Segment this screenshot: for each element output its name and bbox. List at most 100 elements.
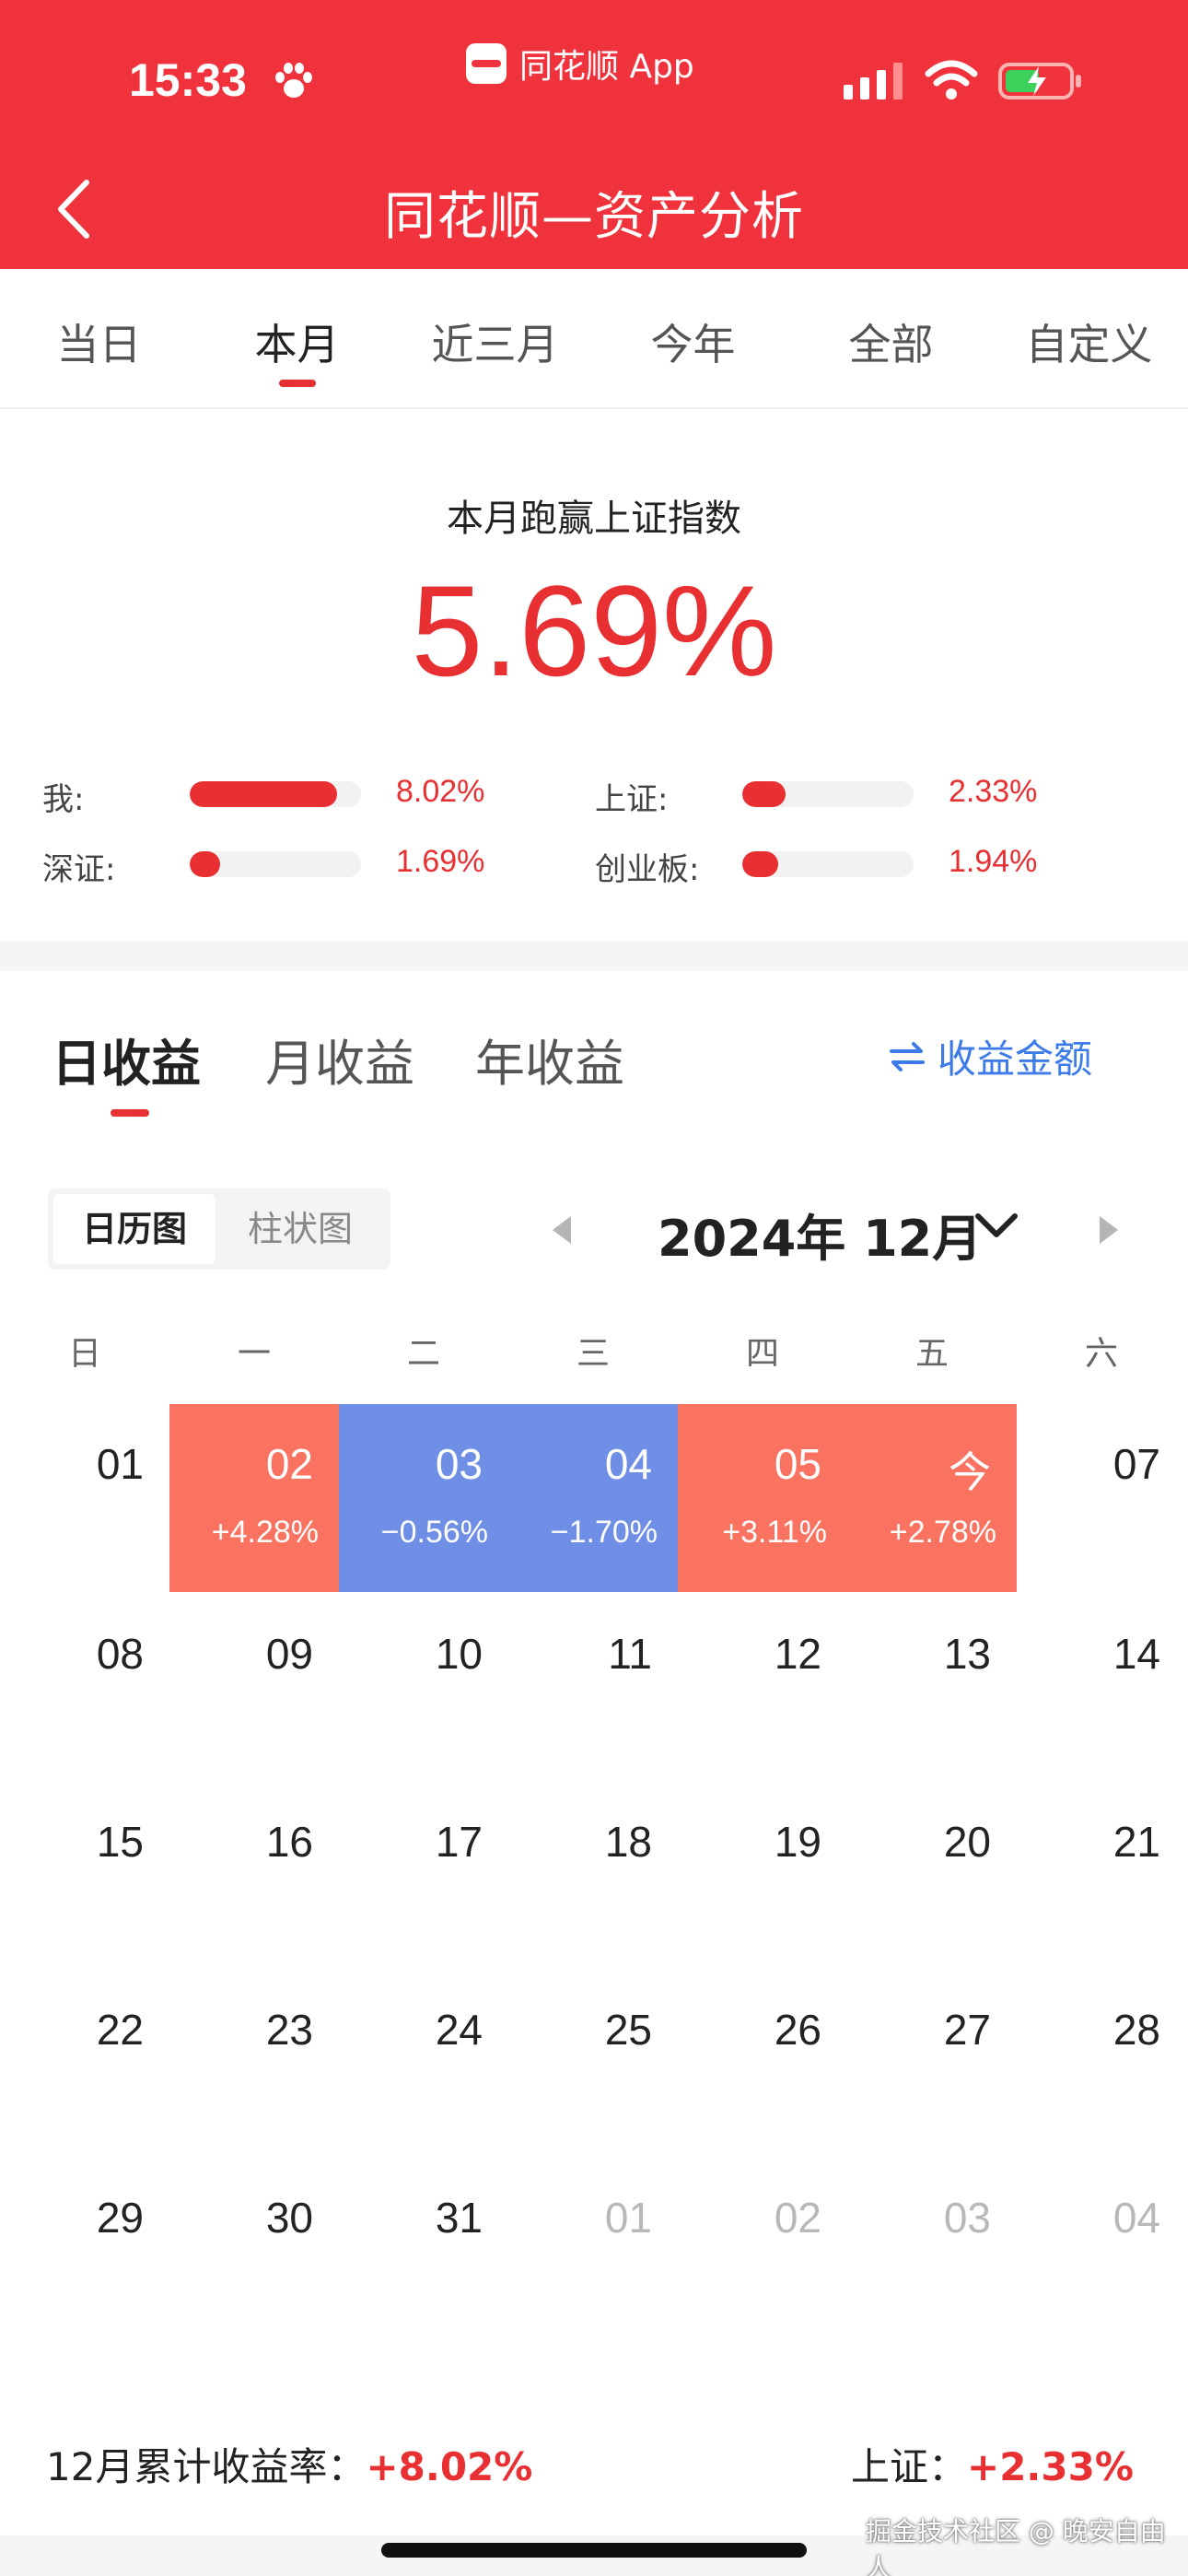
- wifi-icon: [925, 60, 978, 100]
- calendar-day[interactable]: 17: [339, 1782, 508, 1970]
- comparison-my: 我: 8.02%: [42, 774, 595, 818]
- bar-view-button[interactable]: 柱状图: [219, 1194, 381, 1264]
- month-label[interactable]: 2024年 12月: [658, 1198, 982, 1270]
- calendar-day-number: 04: [1112, 2194, 1160, 2242]
- comparison-bar-fill: [190, 851, 221, 877]
- comparison-value: 2.33%: [949, 774, 1038, 809]
- calendar-day[interactable]: 01: [508, 2158, 678, 2346]
- calendar-day[interactable]: 26: [678, 1970, 847, 2158]
- comparison-bar-fill: [742, 781, 786, 807]
- next-month-icon[interactable]: [1096, 1214, 1122, 1246]
- comparison-value: 1.69%: [396, 844, 485, 879]
- tab-period-1[interactable]: 本月: [198, 269, 396, 407]
- calendar-day[interactable]: 04 −1.70%: [508, 1404, 678, 1592]
- calendar-day[interactable]: 13: [847, 1594, 1017, 1782]
- monthly-cumulative-return: 12月累计收益率：+8.02%: [46, 2436, 532, 2492]
- paw-icon: [275, 63, 312, 98]
- calendar-day-number: 今: [949, 1448, 991, 1496]
- chevron-down-icon[interactable]: [973, 1211, 1020, 1242]
- calendar-day-number: 08: [96, 1630, 144, 1678]
- calendar-day[interactable]: 02: [678, 2158, 847, 2346]
- comparison-chinext: 创业板: 1.94%: [595, 844, 1147, 888]
- calendar-day[interactable]: 18: [508, 1782, 678, 1970]
- weekday-label: 三: [576, 1335, 610, 1373]
- app-header: 15:33 同花顺 App 同花顺—资产分析: [0, 0, 1188, 269]
- calendar-day[interactable]: 27: [847, 1970, 1017, 2158]
- calendar-day[interactable]: 16: [169, 1782, 339, 1970]
- calendar-day-number: 02: [774, 2194, 821, 2242]
- calendar-day[interactable]: 15: [0, 1782, 169, 1970]
- calendar-day[interactable]: 01: [0, 1404, 169, 1592]
- calendar-day[interactable]: 02 +4.28%: [169, 1404, 339, 1592]
- calendar-day[interactable]: 12: [678, 1594, 847, 1782]
- calendar-day[interactable]: 03: [847, 2158, 1017, 2346]
- comparison-label: 我:: [42, 781, 85, 818]
- tab-period-0[interactable]: 当日: [0, 269, 198, 407]
- comparison-shanghai: 上证: 2.33%: [595, 774, 1147, 818]
- page-title: 同花顺—资产分析: [384, 187, 804, 247]
- income-amount-toggle[interactable]: 收益金额: [890, 1028, 1092, 1084]
- calendar-day[interactable]: 05 +3.11%: [678, 1404, 847, 1592]
- calendar-day-number: 07: [1112, 1440, 1160, 1488]
- calendar-day[interactable]: 14: [1017, 1594, 1186, 1782]
- calendar-day-number: 04: [604, 1440, 652, 1488]
- calendar-day[interactable]: 10: [339, 1594, 508, 1782]
- outperformance-value: 5.69%: [411, 558, 777, 703]
- calendar-day-number: 19: [774, 1818, 821, 1866]
- active-tab-indicator: [111, 1109, 149, 1117]
- calendar-day[interactable]: 11: [508, 1594, 678, 1782]
- calendar-day[interactable]: 23: [169, 1970, 339, 2158]
- calendar-day[interactable]: 29: [0, 2158, 169, 2346]
- calendar-day[interactable]: 今 +2.78%: [847, 1404, 1017, 1592]
- calendar-day-number: 30: [265, 2194, 313, 2242]
- calendar-day[interactable]: 31: [339, 2158, 508, 2346]
- calendar-day-number: 31: [435, 2194, 483, 2242]
- home-indicator[interactable]: [381, 2543, 807, 2558]
- section-divider: [0, 942, 1188, 971]
- calendar-day[interactable]: 19: [678, 1782, 847, 1970]
- comparison-bar: [742, 851, 914, 877]
- tab-period-2[interactable]: 近三月: [396, 269, 594, 407]
- calendar-day-number: 03: [435, 1440, 483, 1488]
- calendar-day[interactable]: 04: [1017, 2158, 1186, 2346]
- calendar-day[interactable]: 09: [169, 1594, 339, 1782]
- swap-arrows-icon: [890, 1041, 925, 1071]
- calendar-day[interactable]: 08: [0, 1594, 169, 1782]
- tab-period-4[interactable]: 全部: [792, 269, 990, 407]
- tab-monthly-income[interactable]: 月收益: [265, 1023, 414, 1095]
- calendar-day-return: +2.78%: [889, 1515, 996, 1550]
- calendar-day-number: 01: [604, 2194, 652, 2242]
- calendar-day[interactable]: 28: [1017, 1970, 1186, 2158]
- calendar-day-number: 01: [96, 1440, 144, 1488]
- calendar-day-number: 03: [943, 2194, 991, 2242]
- comparison-value: 8.02%: [396, 774, 485, 809]
- calendar-day[interactable]: 07: [1017, 1404, 1186, 1592]
- tab-period-3[interactable]: 今年: [594, 269, 792, 407]
- prev-month-icon[interactable]: [549, 1214, 575, 1246]
- index-value: +2.33%: [967, 2444, 1134, 2489]
- calendar-day-number: 05: [774, 1440, 821, 1488]
- weekday-label: 五: [914, 1335, 949, 1373]
- tab-period-5[interactable]: 自定义: [990, 269, 1188, 407]
- tab-daily-income[interactable]: 日收益: [52, 1023, 201, 1095]
- comparison-label: 创业板:: [595, 851, 700, 888]
- weekday-label: 四: [745, 1335, 779, 1373]
- view-toggle: 日历图 柱状图: [48, 1188, 390, 1270]
- calendar-day[interactable]: 20: [847, 1782, 1017, 1970]
- calendar-day[interactable]: 24: [339, 1970, 508, 2158]
- calendar-day-number: 29: [96, 2194, 144, 2242]
- calendar-day-number: 15: [96, 1818, 144, 1866]
- calendar-day[interactable]: 30: [169, 2158, 339, 2346]
- calendar-day-number: 09: [265, 1630, 313, 1678]
- tab-yearly-income[interactable]: 年收益: [475, 1023, 624, 1095]
- income-amount-label: 收益金额: [938, 1036, 1093, 1082]
- calendar-view-button[interactable]: 日历图: [53, 1194, 215, 1264]
- comparison-label: 上证:: [595, 781, 669, 818]
- calendar-day[interactable]: 22: [0, 1970, 169, 2158]
- calendar-day-number: 11: [608, 1630, 652, 1678]
- calendar-day[interactable]: 21: [1017, 1782, 1186, 1970]
- calendar-day-number: 22: [96, 2006, 144, 2054]
- index-label: 上证：: [851, 2444, 968, 2489]
- calendar-day[interactable]: 25: [508, 1970, 678, 2158]
- calendar-day[interactable]: 03 −0.56%: [339, 1404, 508, 1592]
